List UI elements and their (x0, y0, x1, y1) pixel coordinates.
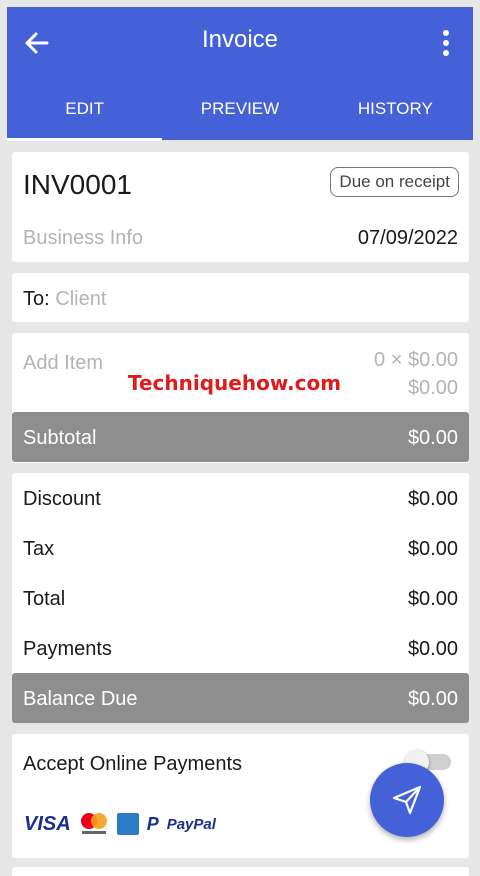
add-item-label[interactable]: Add Item (23, 352, 103, 375)
tab-history[interactable]: HISTORY (318, 89, 473, 140)
mastercard-logo-icon (80, 813, 107, 834)
send-icon (392, 785, 422, 815)
more-options-icon[interactable] (441, 29, 451, 57)
tax-label[interactable]: Tax (23, 538, 54, 561)
visa-logo: VISA (24, 812, 71, 835)
send-fab[interactable] (370, 763, 444, 837)
business-info-placeholder[interactable]: Business Info (23, 227, 143, 250)
terms-badge[interactable]: Due on receipt (330, 167, 459, 197)
client-row: To: Client (23, 288, 106, 311)
client-card[interactable]: To: Client (12, 273, 469, 322)
next-card (12, 867, 469, 876)
balance-due-label: Balance Due (23, 688, 138, 710)
payment-logos: VISA P PayPal (24, 811, 216, 837)
subtotal-value: $0.00 (407, 427, 458, 449)
app-frame: Invoice EDIT PREVIEW HISTORY INV0001 Due… (7, 7, 473, 876)
item-qty-price: 0 × $0.00 (374, 349, 458, 371)
subtotal-label: Subtotal (23, 427, 97, 449)
watermark: Techniquehow.com (128, 371, 342, 395)
invoice-date[interactable]: 07/09/2022 (358, 227, 458, 250)
balance-due-value: $0.00 (407, 688, 458, 710)
discount-value[interactable]: $0.00 (408, 488, 458, 511)
paypal-mark-icon: P (146, 813, 159, 834)
amex-logo-icon (116, 813, 139, 835)
payments-label[interactable]: Payments (23, 638, 112, 661)
tax-value[interactable]: $0.00 (408, 538, 458, 561)
app-bar: Invoice EDIT PREVIEW HISTORY (7, 7, 473, 141)
invoice-number: INV0001 (23, 169, 132, 200)
total-value: $0.00 (407, 588, 458, 610)
item-amount: $0.00 (407, 377, 458, 399)
discount-label[interactable]: Discount (23, 488, 101, 511)
total-label: Total (23, 588, 66, 610)
online-payments-label: Accept Online Payments (23, 753, 242, 775)
balance-due-bar: Balance Due $0.00 (12, 673, 469, 723)
page-title: Invoice (201, 26, 279, 53)
client-prefix: To: (23, 288, 50, 310)
client-placeholder: Client (55, 288, 107, 310)
tab-preview[interactable]: PREVIEW (162, 89, 317, 140)
invoice-header-card[interactable]: INV0001 Due on receipt Business Info 07/… (12, 152, 469, 262)
tab-bar: EDIT PREVIEW HISTORY (7, 89, 473, 141)
subtotal-bar: Subtotal $0.00 (12, 412, 469, 462)
payments-value[interactable]: $0.00 (408, 638, 458, 661)
tab-edit[interactable]: EDIT (7, 89, 163, 141)
paypal-logo: PayPal (166, 815, 216, 833)
